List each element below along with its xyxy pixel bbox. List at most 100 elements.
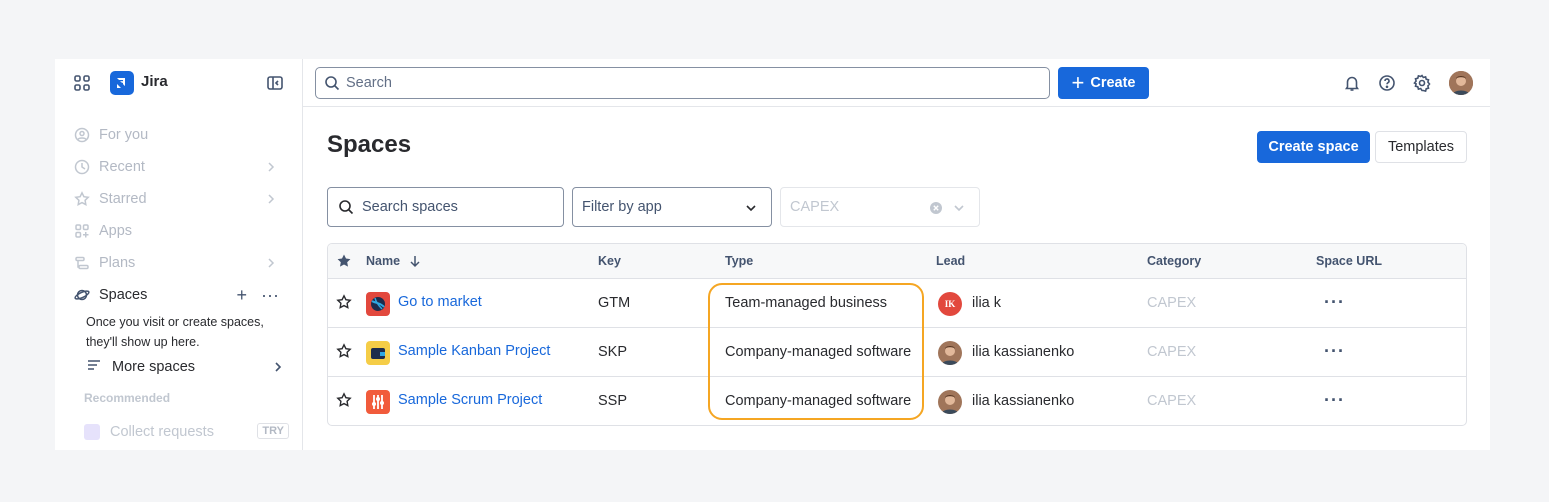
notifications-bell-icon[interactable] — [1342, 73, 1362, 93]
list-icon — [86, 357, 104, 377]
column-header-lead[interactable]: Lead — [936, 254, 965, 268]
space-name-link[interactable]: Sample Scrum Project — [398, 392, 542, 408]
space-key: SSP — [598, 393, 628, 409]
space-key: GTM — [598, 295, 631, 311]
sidebar-item-label: Plans — [99, 255, 136, 271]
lead-name[interactable]: ilia kassianenko — [972, 393, 1074, 409]
column-header-key[interactable]: Key — [598, 254, 621, 268]
project-globe-icon — [366, 292, 390, 316]
space-type: Company-managed software — [725, 344, 912, 360]
planet-icon — [73, 286, 91, 304]
chevron-right-icon — [263, 159, 279, 179]
recommended-heading: Recommended — [84, 391, 171, 405]
filter-by-app-select[interactable]: Filter by app — [572, 187, 772, 227]
sidebar-item-label: Apps — [99, 223, 133, 239]
star-icon[interactable] — [336, 392, 352, 413]
try-badge: TRY — [257, 423, 289, 439]
sidebar-item-starred[interactable]: Starred — [73, 187, 285, 211]
collapse-sidebar-icon[interactable] — [266, 74, 284, 92]
plus-icon: + — [1071, 70, 1085, 95]
clock-icon — [73, 158, 91, 176]
column-header-name-label: Name — [366, 254, 401, 268]
main-content: Spaces Create space Templates Filter by … — [303, 107, 1490, 450]
plans-icon — [73, 254, 91, 272]
user-avatar[interactable] — [1449, 71, 1473, 95]
add-space-icon[interactable]: + — [237, 283, 248, 307]
app-window: Jira For you Recent Starred Apps Plans S… — [55, 59, 1490, 450]
spaces-empty-note: Once you visit or create spaces, they'll… — [86, 315, 264, 349]
more-actions-icon[interactable]: ··· — [1324, 342, 1345, 360]
category-filter-value: CAPEX — [790, 199, 840, 215]
category-filter-select[interactable]: CAPEX — [780, 187, 980, 227]
sidebar-item-apps[interactable]: Apps — [73, 219, 285, 243]
lead-avatar[interactable]: IK — [938, 292, 962, 316]
table-row: Go to market GTM Team-managed business I… — [328, 279, 1466, 328]
sidebar-item-plans[interactable]: Plans — [73, 251, 285, 275]
page-title: Spaces — [327, 131, 412, 158]
templates-button[interactable]: Templates — [1375, 131, 1467, 163]
clear-icon[interactable] — [929, 201, 943, 219]
column-header-type[interactable]: Type — [725, 254, 753, 268]
column-header-space-url[interactable]: Space URL — [1316, 254, 1382, 268]
chevron-right-icon — [270, 359, 286, 379]
create-button-label: Create — [1090, 75, 1136, 91]
chevron-right-icon — [263, 191, 279, 211]
chevron-down-icon — [951, 200, 967, 220]
more-spaces-link[interactable]: More spaces — [86, 355, 286, 379]
create-space-button[interactable]: Create space — [1257, 131, 1370, 163]
sidebar-item-label: For you — [99, 127, 149, 143]
settings-gear-icon[interactable] — [1412, 73, 1432, 93]
space-name-link[interactable]: Sample Kanban Project — [398, 343, 550, 359]
user-circle-icon — [73, 126, 91, 144]
lead-name[interactable]: ilia k — [972, 295, 1001, 311]
space-type: Team-managed business — [725, 295, 888, 311]
collect-requests-icon — [84, 424, 100, 440]
apps-grid-icon — [73, 222, 91, 240]
space-key: SKP — [598, 344, 628, 360]
project-scrum-icon — [366, 390, 390, 414]
app-switcher-icon[interactable] — [73, 74, 91, 92]
space-type: Company-managed software — [725, 393, 912, 409]
star-filled-icon — [336, 253, 352, 274]
table-header: Name Key Type Lead Category Space URL — [328, 244, 1466, 279]
column-header-category[interactable]: Category — [1147, 254, 1201, 268]
chevron-right-icon — [263, 255, 279, 275]
column-header-name[interactable]: Name — [366, 254, 422, 268]
search-input[interactable] — [346, 75, 1049, 91]
spaces-table: Name Key Type Lead Category Space URL Go… — [327, 243, 1467, 426]
help-icon[interactable] — [1377, 73, 1397, 93]
search-spaces-field[interactable] — [327, 187, 564, 227]
create-button[interactable]: + Create — [1058, 67, 1149, 99]
sidebar-item-spaces[interactable]: Spaces + ··· — [73, 283, 285, 307]
search-icon — [338, 199, 354, 215]
sidebar-item-recent[interactable]: Recent — [73, 155, 285, 179]
lead-avatar[interactable] — [938, 341, 962, 365]
more-spaces-label: More spaces — [112, 359, 196, 375]
lead-avatar[interactable] — [938, 390, 962, 414]
collect-requests-label: Collect requests — [110, 424, 214, 440]
star-icon — [73, 190, 91, 208]
more-actions-icon[interactable]: ··· — [261, 283, 279, 307]
table-row: Sample Kanban Project SKP Company-manage… — [328, 328, 1466, 377]
space-category: CAPEX — [1147, 393, 1197, 409]
brand-name[interactable]: Jira — [141, 73, 168, 90]
filter-by-app-label: Filter by app — [582, 199, 662, 215]
more-actions-icon[interactable]: ··· — [1324, 293, 1345, 311]
search-spaces-input[interactable] — [362, 199, 542, 215]
jira-logo-icon[interactable] — [110, 71, 134, 95]
sidebar-item-label: Spaces — [99, 287, 148, 303]
space-name-link[interactable]: Go to market — [398, 294, 482, 310]
star-icon[interactable] — [336, 343, 352, 364]
table-row: Sample Scrum Project SSP Company-managed… — [328, 377, 1466, 425]
search-icon — [324, 75, 340, 91]
sidebar-item-for-you[interactable]: For you — [73, 123, 285, 147]
lead-name[interactable]: ilia kassianenko — [972, 344, 1074, 360]
global-search[interactable] — [315, 67, 1050, 99]
space-category: CAPEX — [1147, 295, 1197, 311]
sort-arrow-down-icon — [404, 254, 422, 268]
more-actions-icon[interactable]: ··· — [1324, 391, 1345, 409]
sidebar: Jira For you Recent Starred Apps Plans S… — [55, 59, 303, 450]
sidebar-header: Jira — [55, 59, 303, 107]
star-icon[interactable] — [336, 294, 352, 315]
collect-requests-item[interactable]: Collect requests TRY — [84, 421, 289, 443]
